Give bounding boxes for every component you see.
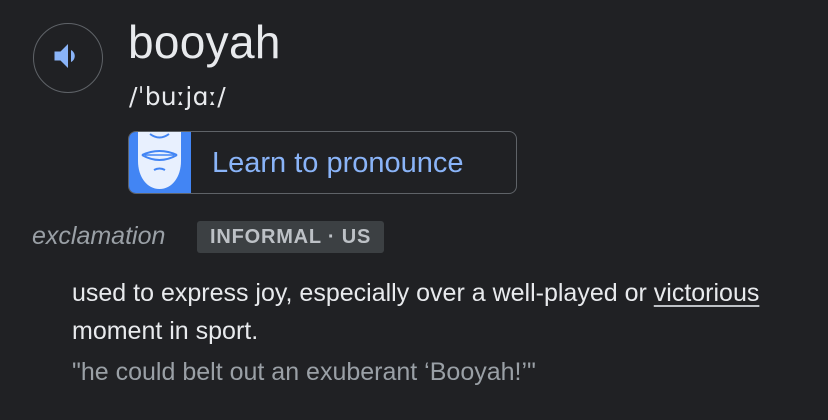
phonetic-spelling: /ˈbuːjɑː/: [129, 82, 226, 111]
dictionary-card: booyah /ˈbuːjɑː/ Learn to pronounce excl…: [0, 0, 828, 420]
definition-part: used to express joy, especially over a w…: [72, 279, 654, 307]
headword: booyah: [128, 16, 281, 68]
register-badge: INFORMAL · US: [197, 221, 385, 253]
learn-to-pronounce-label: Learn to pronounce: [212, 146, 464, 179]
definition-part: moment in sport.: [72, 317, 259, 345]
mouth-icon: [129, 132, 191, 193]
part-of-speech: exclamation: [32, 222, 166, 250]
play-pronunciation-button[interactable]: [33, 23, 103, 93]
speaker-icon: [50, 38, 86, 79]
example-sentence: "he could belt out an exuberant ‘Booyah!…: [72, 358, 536, 386]
definition-link-victorious[interactable]: victorious: [654, 279, 760, 307]
definition-text: used to express joy, especially over a w…: [72, 274, 792, 350]
learn-to-pronounce-button[interactable]: Learn to pronounce: [128, 131, 517, 194]
